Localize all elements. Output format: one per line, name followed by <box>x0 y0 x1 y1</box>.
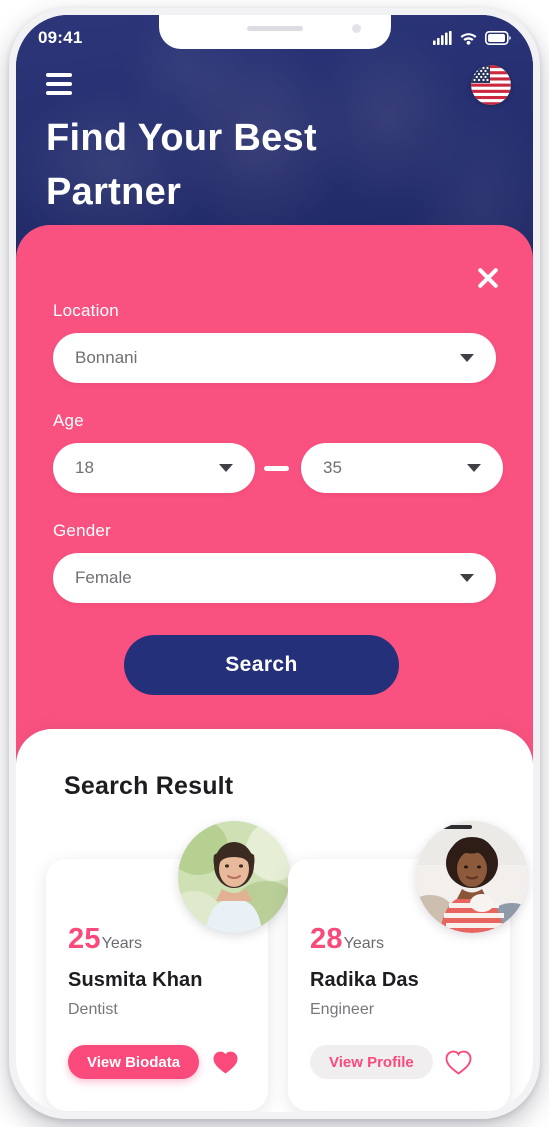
status-icons <box>433 30 511 45</box>
search-button[interactable]: Search <box>124 635 399 695</box>
age-number: 28 <box>310 923 343 955</box>
avatar <box>178 821 290 933</box>
heart-filled-glyph <box>213 1051 238 1073</box>
age-display: 25 Years <box>68 923 142 956</box>
favorite-heart-icon-outline[interactable] <box>445 1048 473 1076</box>
location-label: Location <box>53 301 119 320</box>
notch-front-camera <box>351 24 361 33</box>
view-profile-button[interactable]: View Profile <box>310 1045 433 1079</box>
age-number: 25 <box>68 923 101 955</box>
age-min-select[interactable]: 18 <box>53 443 255 493</box>
battery-icon <box>485 30 511 45</box>
page-title-line-1: Find Your Best <box>46 117 317 159</box>
gender-select[interactable]: Female <box>53 553 496 603</box>
age-label: Age <box>53 411 84 430</box>
age-unit: Years <box>101 935 142 952</box>
age-max-select-value: 35 <box>323 458 342 477</box>
chevron-down-icon <box>219 464 233 472</box>
hamburger-bar <box>46 73 72 77</box>
profile-name: Susmita Khan <box>68 969 203 991</box>
age-range-separator <box>264 466 289 471</box>
heart-outline-glyph <box>445 1050 472 1075</box>
phone-frame: 09:41 Find Your Best Partner Location Bo… <box>9 8 540 1119</box>
phone-screen: 09:41 Find Your Best Partner Location Bo… <box>16 15 533 1112</box>
chevron-down-icon <box>460 574 474 582</box>
us-flag-glyph <box>471 65 511 105</box>
hamburger-bar <box>46 91 72 95</box>
device-notch <box>158 15 391 49</box>
status-time: 09:41 <box>38 27 83 47</box>
profile-cards-row: 25 Years Susmita Khan Dentist View Bioda… <box>16 821 533 1112</box>
avatar-image <box>416 821 528 933</box>
chevron-down-icon <box>467 464 481 472</box>
profile-card[interactable]: 28 Years Radika Das Engineer View Profil… <box>288 821 528 1111</box>
view-biodata-button[interactable]: View Biodata <box>68 1045 200 1079</box>
card-actions: View Profile <box>310 1045 473 1079</box>
hamburger-menu-icon[interactable] <box>46 73 76 95</box>
profile-name: Radika Das <box>310 969 419 991</box>
hamburger-bar <box>46 82 72 86</box>
age-min-select-value: 18 <box>75 458 94 477</box>
age-unit: Years <box>343 935 384 952</box>
us-flag-icon[interactable] <box>471 65 511 105</box>
search-results-title: Search Result <box>64 772 234 800</box>
chevron-down-icon <box>460 354 474 362</box>
age-display: 28 Years <box>310 923 384 956</box>
profile-job: Dentist <box>68 1001 118 1018</box>
page-title: Find Your Best Partner <box>46 112 376 220</box>
avatar <box>416 821 528 933</box>
location-select-value: Bonnani <box>75 348 138 367</box>
favorite-heart-icon-filled[interactable] <box>211 1048 239 1076</box>
search-results-panel: Search Result 25 Years Susmita Khan Dent… <box>16 729 533 1112</box>
gender-label: Gender <box>53 521 111 540</box>
gender-select-value: Female <box>75 568 132 587</box>
age-max-select[interactable]: 35 <box>301 443 503 493</box>
page-title-line-2: Partner <box>46 170 182 213</box>
close-icon[interactable] <box>471 261 505 295</box>
wifi-icon <box>460 32 477 45</box>
profile-job: Engineer <box>310 1001 375 1018</box>
cellular-signal-icon <box>433 30 452 45</box>
avatar-image <box>178 821 290 933</box>
filter-panel: Location Bonnani Age 18 35 Gender Female… <box>16 225 533 765</box>
card-actions: View Biodata <box>68 1045 239 1079</box>
profile-card[interactable]: 25 Years Susmita Khan Dentist View Bioda… <box>46 821 290 1111</box>
location-select[interactable]: Bonnani <box>53 333 496 383</box>
notch-speaker <box>246 26 303 31</box>
